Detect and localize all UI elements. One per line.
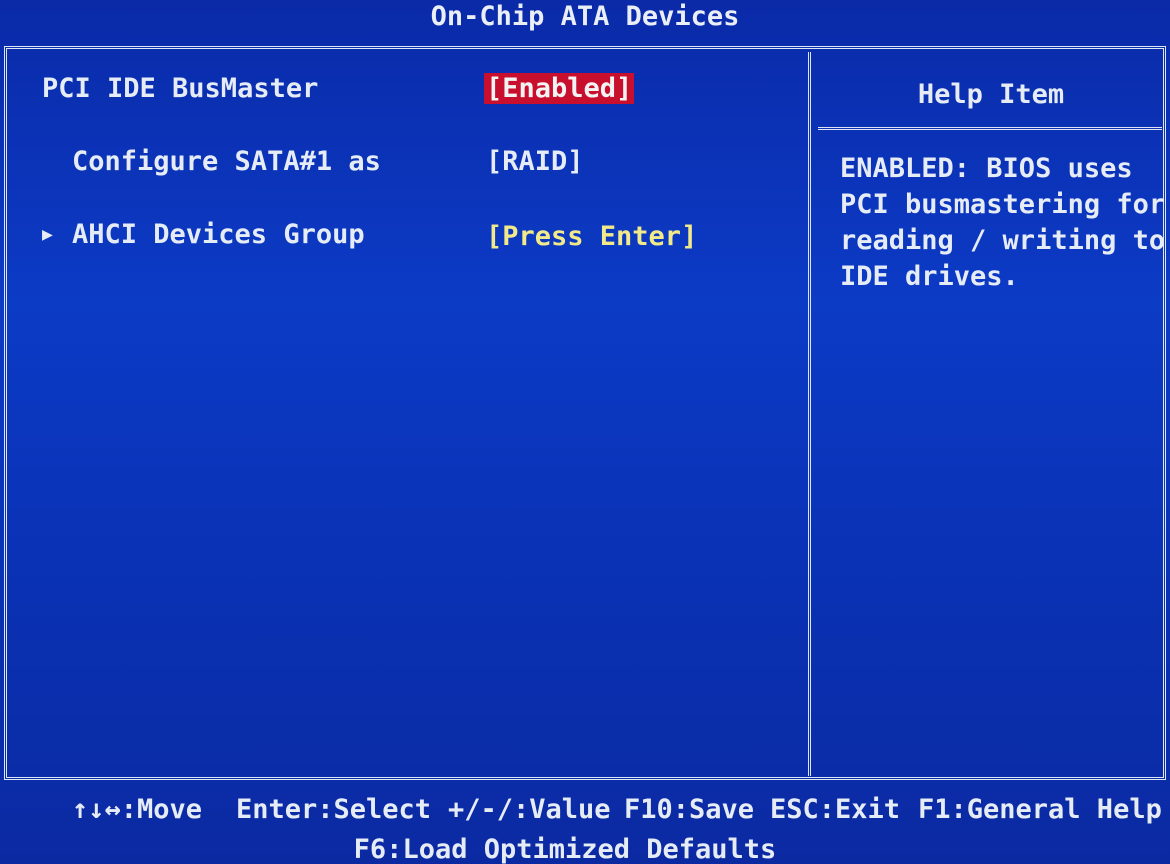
setting-label: Configure SATA#1 as	[72, 146, 381, 177]
help-text-line: IDE drives.	[840, 261, 1019, 292]
footer-key-select: Enter:Select	[236, 794, 432, 825]
footer-key-move: ↑↓↔:Move	[72, 794, 203, 825]
help-title: Help Item	[917, 79, 1065, 110]
footer-key-help: F1:General Help	[918, 794, 1162, 825]
page-title: On-Chip ATA Devices	[430, 1, 740, 32]
help-text-line: PCI busmastering for	[840, 189, 1166, 220]
setting-value[interactable]: [Enabled]	[484, 72, 635, 106]
help-text-line: ENABLED: BIOS uses	[840, 153, 1133, 184]
selected-value[interactable]: [Enabled]	[484, 73, 635, 104]
help-text-line: reading / writing to	[840, 225, 1166, 256]
setting-value[interactable]: [RAID]	[486, 145, 584, 179]
footer-key-exit: ESC:Exit	[770, 794, 901, 825]
setting-label: PCI IDE BusMaster	[42, 73, 319, 104]
footer-key-load-defaults: F6:Load Optimized Defaults	[353, 834, 777, 864]
triangle-right-icon: ▶	[42, 224, 53, 245]
panel-divider	[808, 52, 811, 776]
setting-label: AHCI Devices Group	[72, 219, 365, 250]
footer-key-value: +/-/:Value	[448, 794, 611, 825]
help-divider	[818, 127, 1162, 130]
footer-key-save: F10:Save	[624, 794, 755, 825]
submenu-link[interactable]: [Press Enter]	[486, 220, 697, 254]
